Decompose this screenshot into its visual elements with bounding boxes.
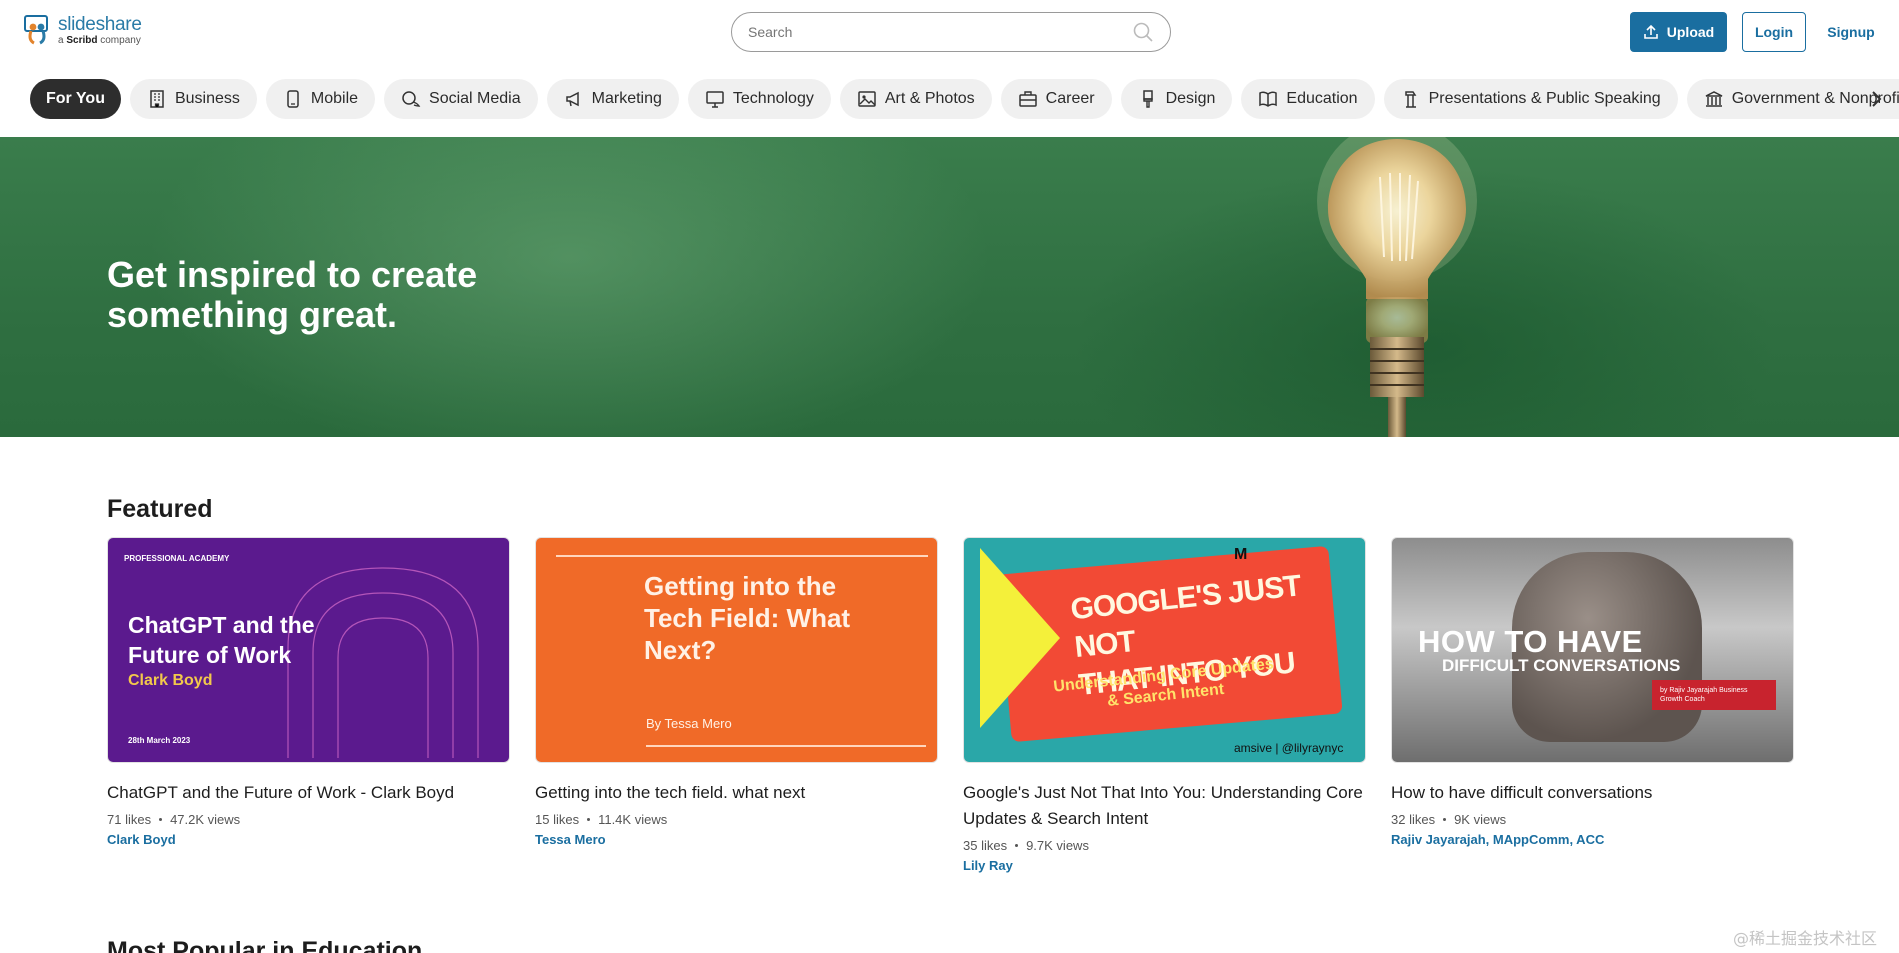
chip-art-photos[interactable]: Art & Photos <box>839 79 992 119</box>
thumb-org: PROFESSIONAL ACADEMY <box>124 554 230 563</box>
search-box[interactable] <box>731 12 1171 52</box>
lightbulb-image <box>1317 137 1477 437</box>
hero-banner: Get inspired to create something great. <box>0 137 1899 437</box>
chip-technology[interactable]: Technology <box>687 79 831 119</box>
search-icon[interactable] <box>1132 21 1154 43</box>
hero-title: Get inspired to create something great. <box>107 254 478 335</box>
card-author-link[interactable]: Clark Boyd <box>107 832 510 847</box>
chip-design[interactable]: Design <box>1120 79 1233 119</box>
upload-icon <box>1643 24 1658 39</box>
thumb-brand: M <box>1234 546 1248 563</box>
thumb-triangle <box>980 548 1060 728</box>
next-section-heading: Most Popular in Education <box>107 937 423 953</box>
search-input[interactable] <box>748 24 1132 40</box>
megaphone-icon <box>565 91 579 107</box>
chip-social-media[interactable]: Social Media <box>384 79 538 119</box>
chevron-right-icon[interactable] <box>1864 87 1888 111</box>
category-chips: For You Business Mobile Social Media Mar… <box>30 79 1899 119</box>
building-icon <box>150 90 164 108</box>
phone-icon <box>287 90 299 108</box>
thumb-footer: amsive | @lilyraynyc <box>1234 741 1344 755</box>
upload-label: Upload <box>1666 24 1715 40</box>
card-thumbnail[interactable]: Getting into the Tech Field: What Next? By… <box>535 537 938 763</box>
thumb-title: ChatGPT and the Future of Work <box>128 612 315 668</box>
card-meta: 35 likes 9.7K views <box>963 838 1089 853</box>
book-icon <box>1259 91 1278 107</box>
featured-heading: Featured <box>107 495 213 523</box>
decorative-rule <box>556 555 928 557</box>
featured-card[interactable]: PROFESSIONAL ACADEMY ChatGPT and the Futu… <box>107 537 510 847</box>
featured-card[interactable]: Getting into the Tech Field: What Next? By… <box>535 537 938 847</box>
card-meta: 32 likes 9K views <box>1391 812 1507 827</box>
card-thumbnail[interactable]: PROFESSIONAL ACADEMY ChatGPT and the Futu… <box>107 537 510 763</box>
slideshare-logo-icon <box>24 15 48 45</box>
watermark: @稀土掘金技术社区 <box>1733 929 1878 948</box>
slideshare-logo[interactable]: slideshare a Scribd company <box>24 14 142 46</box>
thumb-subtitle: DIFFICULT CONVERSATIONS <box>1442 656 1681 675</box>
featured-card[interactable]: HOW TO HAVE DIFFICULT CONVERSATIONS by R… <box>1391 537 1794 847</box>
monitor-icon <box>706 91 724 108</box>
card-title[interactable]: How to have difficult conversations <box>1391 780 1794 806</box>
card-author-link[interactable]: Tessa Mero <box>535 832 938 847</box>
government-icon <box>1705 91 1723 107</box>
thumb-title: Getting into the Tech Field: What Next? <box>644 571 851 665</box>
card-meta: 15 likes 11.4K views <box>535 812 668 827</box>
chip-education[interactable]: Education <box>1241 79 1375 119</box>
signup-button[interactable]: Signup <box>1820 12 1882 52</box>
brush-icon <box>1142 90 1153 108</box>
image-icon <box>858 91 876 107</box>
login-button[interactable]: Login <box>1742 12 1806 52</box>
card-thumbnail[interactable]: GOOGLE'S JUST NOT THAT INTO YOU Understan… <box>963 537 1366 763</box>
card-author-link[interactable]: Lily Ray <box>963 858 1366 873</box>
chip-mobile[interactable]: Mobile <box>265 79 376 119</box>
logo-name: slideshare <box>58 13 142 35</box>
thumb-author-tag: by Rajiv Jayarajah Business Growth Coach <box>1652 680 1776 710</box>
chip-for-you[interactable]: For You <box>30 79 121 119</box>
decorative-rule <box>646 745 926 747</box>
chip-marketing[interactable]: Marketing <box>546 79 679 119</box>
card-thumbnail[interactable]: HOW TO HAVE DIFFICULT CONVERSATIONS by R… <box>1391 537 1794 763</box>
chip-business[interactable]: Business <box>129 79 257 119</box>
chip-presentations-public-speaking[interactable]: Presentations & Public Speaking <box>1383 79 1678 119</box>
card-title[interactable]: ChatGPT and the Future of Work - Clark B… <box>107 780 510 806</box>
chip-career[interactable]: Career <box>1000 79 1112 119</box>
thumb-author: By Tessa Mero <box>646 716 732 731</box>
featured-card[interactable]: GOOGLE'S JUST NOT THAT INTO YOU Understan… <box>963 537 1366 873</box>
thumb-date: 28th March 2023 <box>128 736 191 745</box>
card-author-link[interactable]: Rajiv Jayarajah, MAppComm, ACC <box>1391 832 1794 847</box>
thumb-author: Clark Boyd <box>128 672 213 689</box>
podium-icon <box>1404 91 1416 108</box>
card-title[interactable]: Google's Just Not That Into You: Underst… <box>963 780 1366 832</box>
header: slideshare a Scribd company Upload Login… <box>0 0 1899 64</box>
logo-subtitle: a Scribd company <box>58 34 141 46</box>
upload-button[interactable]: Upload <box>1630 12 1727 52</box>
briefcase-icon <box>1018 91 1037 107</box>
card-meta: 71 likes 47.2K views <box>107 812 241 827</box>
thumb-title: HOW TO HAVE <box>1418 624 1643 659</box>
chat-bubbles-icon <box>402 91 421 107</box>
card-title[interactable]: Getting into the tech field. what next <box>535 780 938 806</box>
